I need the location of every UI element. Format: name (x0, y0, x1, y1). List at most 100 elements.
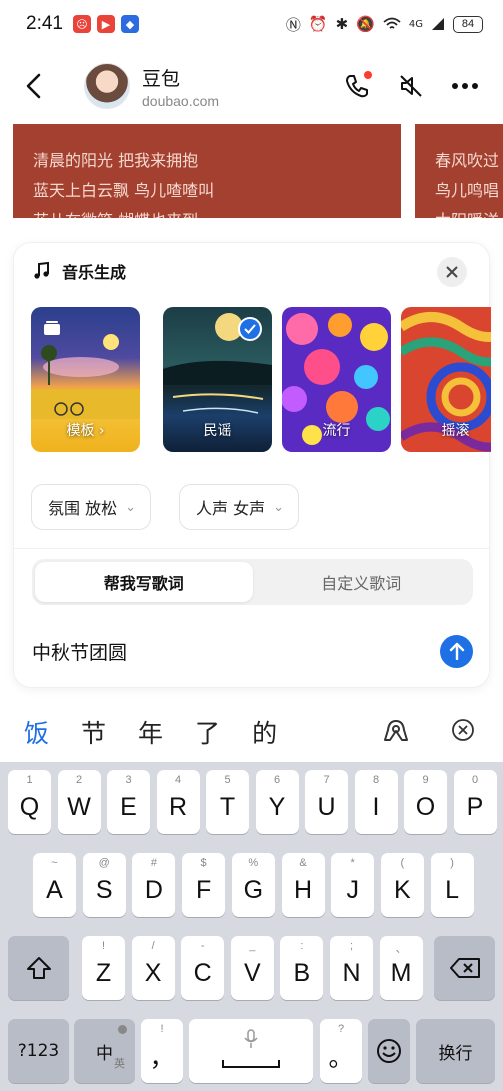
music-generation-panel: 音乐生成 模板 › 民谣 流行 摇滚 氛围 放松 ⌄ 人声 女声 ⌄ 帮我写歌词… (13, 242, 491, 688)
chat-title: 豆包 doubao.com (142, 64, 219, 109)
key-r[interactable]: 4R (156, 770, 200, 834)
comma-key[interactable]: ! ， (141, 1019, 183, 1083)
candidate-word[interactable]: 年 (138, 714, 163, 750)
ai-assist-icon[interactable] (383, 718, 409, 744)
status-time: 2:41 (26, 13, 63, 34)
key-c[interactable]: -C (181, 936, 225, 1000)
style-tile-rock[interactable]: 摇滚 (401, 307, 491, 452)
key-i[interactable]: 8I (354, 770, 398, 834)
key-label: X (144, 958, 162, 987)
lyrics-card[interactable]: 清晨的阳光 把我来拥抱 蓝天上白云飘 鸟儿喳喳叫 花儿在微笑 蝴蝶也来到 (13, 124, 401, 218)
candidate-word[interactable]: 节 (81, 714, 106, 750)
enter-key[interactable]: 换行 (416, 1019, 495, 1083)
key-m[interactable]: 、 M (379, 936, 423, 1000)
key-secondary-label: % (248, 857, 259, 869)
comma-key-sub: ! (160, 1023, 164, 1035)
key-label: N (342, 958, 361, 987)
tab-write-lyrics[interactable]: 帮我写歌词 (35, 562, 253, 602)
key-label: M (390, 958, 412, 987)
send-button[interactable] (440, 634, 473, 668)
mute-icon: 🔕 (356, 15, 375, 33)
avatar[interactable] (84, 63, 130, 109)
key-y[interactable]: 6Y (255, 770, 299, 834)
key-b[interactable]: :B (280, 936, 324, 1000)
key-label: S (95, 875, 113, 904)
key-e[interactable]: 3E (107, 770, 150, 834)
key-k[interactable]: (K (380, 853, 424, 917)
close-icon (446, 266, 458, 278)
shift-key[interactable] (8, 936, 69, 1000)
call-button[interactable] (339, 68, 375, 104)
key-secondary-label: 、 (395, 943, 407, 955)
key-label: E (120, 792, 137, 821)
key-s[interactable]: @ S (82, 853, 126, 917)
backspace-key[interactable] (434, 936, 495, 1000)
music-note-icon (34, 261, 49, 279)
ime-candidate-bar: 饭 节 年 了 的 (0, 702, 503, 762)
key-d[interactable]: # D (132, 853, 176, 917)
key-u[interactable]: 7U (305, 770, 348, 834)
style-tile-pop[interactable]: 流行 (282, 307, 391, 452)
key-secondary-label: @ (98, 857, 110, 869)
key-label: A (46, 875, 63, 904)
key-label: Y (268, 792, 286, 821)
key-l[interactable]: ) L (430, 853, 474, 917)
lyrics-input[interactable]: 中秋节团圆 (32, 633, 473, 669)
key-x[interactable]: / X (131, 936, 175, 1000)
key-secondary-label: 6 (273, 774, 281, 786)
lyrics-card[interactable]: 春风吹过 鸟儿鸣唱 太阳暖洋 (415, 124, 503, 218)
period-key[interactable]: ? 。 (320, 1019, 362, 1083)
numbers-key[interactable]: ?123 (8, 1019, 69, 1083)
key-v[interactable]: _ V (230, 936, 274, 1000)
key-n[interactable]: ; N (330, 936, 373, 1000)
key-label: D (144, 875, 163, 904)
key-h[interactable]: & H (281, 853, 325, 917)
key-label: Z (95, 958, 112, 987)
candidate-word[interactable]: 了 (195, 714, 220, 750)
mood-label: 氛围 放松 (48, 499, 118, 518)
key-label: W (67, 792, 91, 821)
system-icons: Ⓝ ⏰ ✱ 🔕 4G 84 (286, 14, 483, 35)
chevron-down-icon: ⌄ (273, 499, 284, 515)
key-label: H (293, 875, 313, 904)
style-label: 摇滚 (441, 423, 470, 439)
tab-custom-lyrics[interactable]: 自定义歌词 (253, 562, 471, 602)
key-secondary-label: _ (249, 940, 256, 952)
shift-icon (26, 957, 51, 979)
key-secondary-label: # (150, 857, 157, 869)
candidate-word[interactable]: 的 (252, 714, 277, 750)
more-button[interactable] (447, 68, 483, 104)
key-q[interactable]: 1Q (8, 770, 51, 834)
emoji-key[interactable] (368, 1019, 410, 1083)
key-a[interactable]: ~ A (33, 853, 76, 917)
lyric-line: 花儿在微笑 蝴蝶也来到 (33, 206, 401, 218)
key-label: O (415, 792, 436, 821)
mood-dropdown[interactable]: 氛围 放松 ⌄ (31, 484, 151, 530)
key-secondary-label: ~ (51, 857, 58, 869)
key-o[interactable]: 9O (404, 770, 447, 834)
status-bar: 2:41 ☹ ▶ ◆ Ⓝ ⏰ ✱ 🔕 4G 84 (0, 0, 503, 48)
style-tile-folk[interactable]: 民谣 (163, 307, 272, 452)
key-label: F (195, 875, 212, 904)
close-button[interactable] (437, 257, 467, 287)
mute-button[interactable] (393, 68, 429, 104)
key-p[interactable]: 0P (453, 770, 497, 834)
back-button[interactable] (14, 66, 54, 106)
style-tile-template[interactable]: 模板 › (31, 307, 140, 452)
key-t[interactable]: 5T (206, 770, 249, 834)
panel-title: 音乐生成 (62, 263, 127, 282)
key-j[interactable]: * J (331, 853, 375, 917)
language-key[interactable]: 中 英 (74, 1019, 135, 1083)
close-candidates-icon[interactable] (451, 718, 475, 742)
bot-name: 豆包 (142, 67, 181, 90)
more-icon (452, 83, 478, 89)
chevron-down-icon: ⌄ (125, 499, 136, 515)
key-f[interactable]: $ F (182, 853, 226, 917)
voice-dropdown[interactable]: 人声 女声 ⌄ (179, 484, 299, 530)
key-z[interactable]: ! Z (82, 936, 125, 1000)
notification-app-icon: ☹ (72, 15, 91, 33)
candidate-word[interactable]: 饭 (24, 714, 49, 750)
key-w[interactable]: 2W (57, 770, 101, 834)
space-key[interactable] (189, 1019, 313, 1083)
key-g[interactable]: % G (231, 853, 275, 917)
